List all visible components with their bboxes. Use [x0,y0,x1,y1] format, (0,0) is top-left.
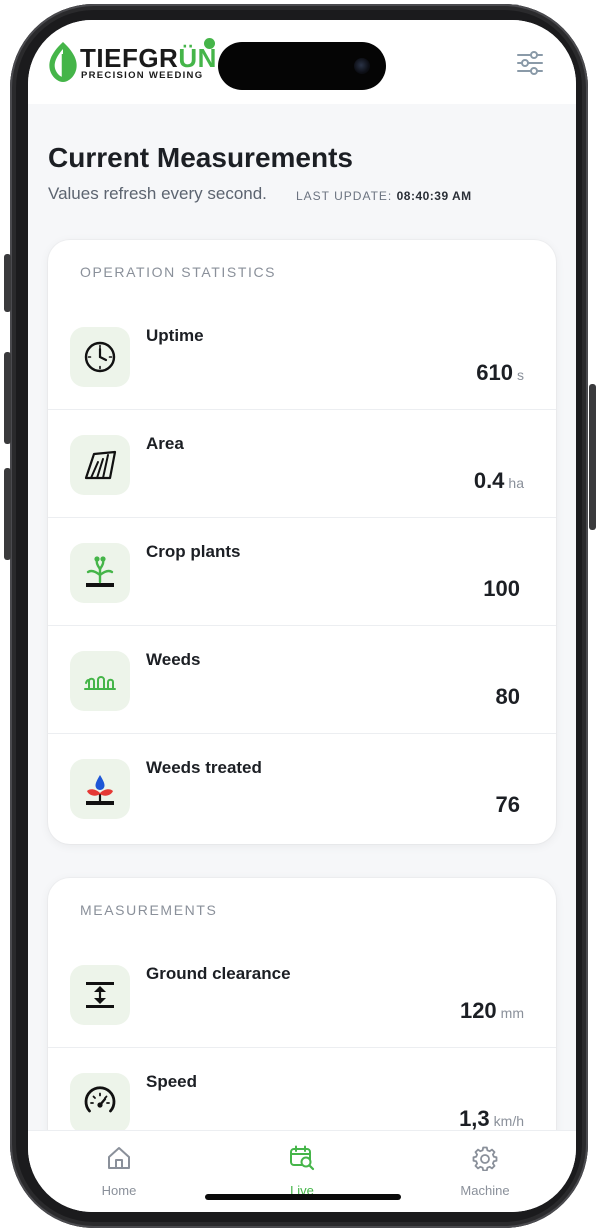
speed-unit: km/h [493,1113,524,1129]
ground-clearance-label: Ground clearance [146,964,291,983]
speedometer-icon [84,1086,116,1113]
home-icon [108,1147,130,1169]
area-label: Area [146,434,184,453]
weeds-treated-value: 76 [496,792,524,818]
measurements-card: MEASUREMENTS Ground clearance 120 mm Spe… [48,878,556,1130]
measurement-row-ground-clearance[interactable]: Ground clearance 120 mm [48,940,556,1048]
ground-clearance-value: 120 mm [460,998,524,1024]
dynamic-island [218,42,386,90]
weeds-treated-icon-box [70,759,130,819]
crop-plants-number: 100 [483,576,520,601]
speed-value: 1,3 km/h [459,1106,524,1130]
gear-icon [472,1146,498,1171]
brand-tagline: PRECISION WEEDING [81,70,204,81]
measurement-row-speed[interactable]: Speed 1,3 km/h [48,1048,556,1130]
tab-machine-label: Machine [460,1183,510,1198]
weeds-value: 80 [496,684,524,710]
brand-dot [204,38,215,49]
last-update-label: LAST UPDATE: [296,189,393,203]
last-update-time: 08:40:39 AM [396,189,472,203]
area-value: 0.4 ha [474,468,524,494]
brand-name: TIEFGRÜN [80,44,217,72]
speed-label: Speed [146,1072,198,1091]
crop-plants-label: Crop plants [146,542,241,561]
home-indicator[interactable] [205,1194,401,1200]
brand-logo[interactable]: TIEFGRÜN PRECISION WEEDING [46,38,246,86]
uptime-label: Uptime [146,326,204,345]
operation-statistics-card: OPERATION STATISTICS Uptime 610 s Area 0… [48,240,556,844]
app-screen: TIEFGRÜN PRECISION WEEDING Current Measu… [28,20,576,1212]
phone-volume-down-button [4,468,11,560]
weeds-treated-number: 76 [495,792,520,817]
sliders-icon [517,51,543,75]
last-update: LAST UPDATE: 08:40:39 AM [296,189,472,203]
tab-machine[interactable]: Machine [415,1131,555,1212]
main-content[interactable]: Current Measurements Values refresh ever… [28,104,576,1130]
leaf-logo-icon [49,42,77,82]
weeds-label: Weeds [146,650,201,669]
speed-number: 1,3 [459,1106,490,1130]
refresh-note: Values refresh every second. [48,184,267,203]
tab-home-label: Home [101,1183,137,1198]
weeds-icon [84,676,116,690]
ground-clearance-unit: mm [500,1005,524,1021]
page-title: Current Measurements [48,142,353,173]
stat-row-weeds[interactable]: Weeds 80 [48,626,556,734]
field-area-icon [84,450,117,480]
uptime-value: 610 s [476,360,524,386]
phone-action-button [4,254,11,312]
settings-menu-button[interactable] [512,46,548,80]
phone-volume-up-button [4,352,11,444]
live-calendar-icon [290,1145,315,1171]
front-camera [354,58,370,74]
weeds-icon-box [70,651,130,711]
operation-statistics-heading: OPERATION STATISTICS [80,264,277,280]
stat-row-crop-plants[interactable]: Crop plants 100 [48,518,556,626]
measurements-heading: MEASUREMENTS [80,902,218,918]
uptime-number: 610 [476,360,513,385]
phone-power-button [589,384,596,530]
area-number: 0.4 [473,468,505,493]
area-icon-box [70,435,130,495]
tab-home[interactable]: Home [49,1131,189,1212]
speed-icon-box [70,1073,130,1130]
stat-row-uptime[interactable]: Uptime 610 s [48,302,556,410]
area-unit: ha [508,475,524,491]
ground-clearance-icon-box [70,965,130,1025]
uptime-unit: s [517,367,524,383]
clock-icon [84,341,116,373]
ground-clearance-number: 120 [459,998,497,1023]
weed-treatment-icon [86,775,114,805]
uptime-icon-box [70,327,130,387]
crop-plant-icon [86,556,114,587]
crop-plants-value: 100 [483,576,524,602]
stat-row-area[interactable]: Area 0.4 ha [48,410,556,518]
weeds-treated-label: Weeds treated [146,758,262,777]
brand-name-part1: TIEFGR [80,43,179,73]
stat-row-weeds-treated[interactable]: Weeds treated 76 [48,734,556,842]
ground-clearance-icon [86,982,114,1008]
weeds-number: 80 [495,684,520,709]
crop-plants-icon-box [70,543,130,603]
